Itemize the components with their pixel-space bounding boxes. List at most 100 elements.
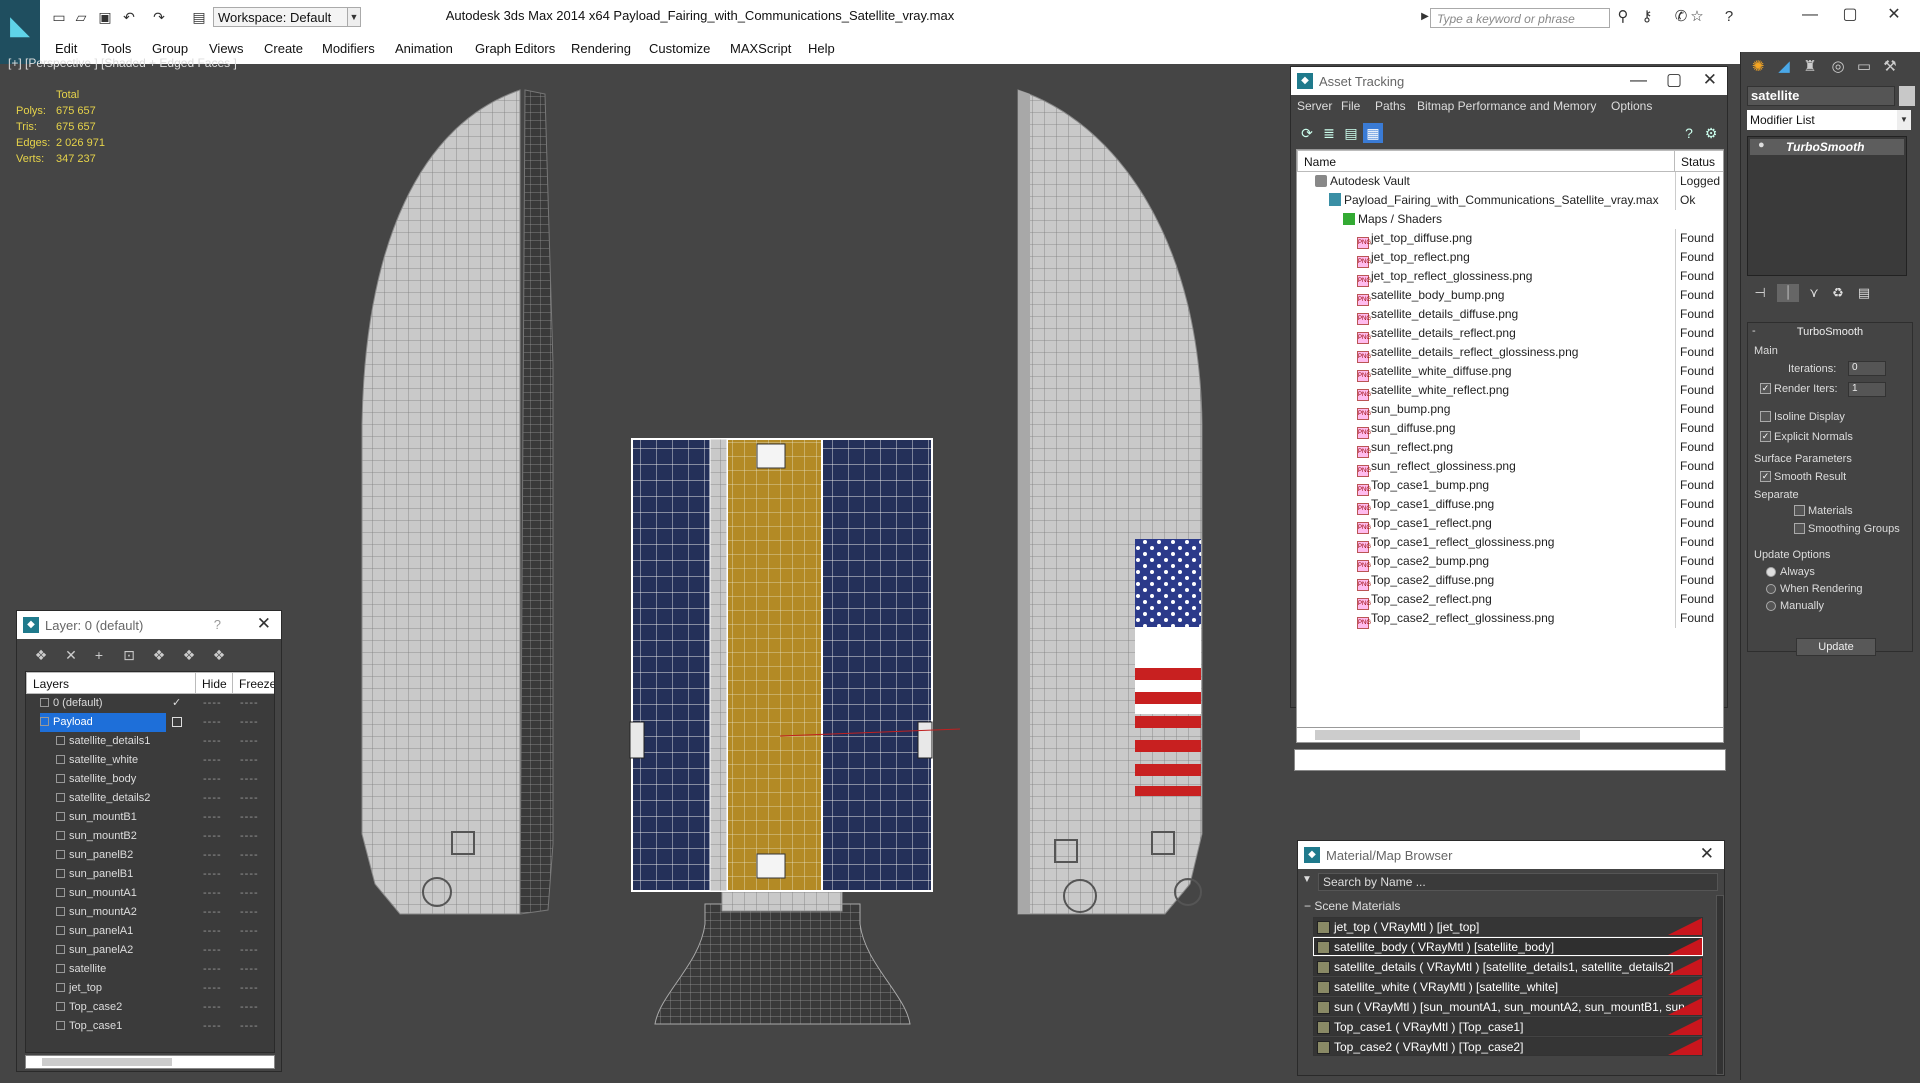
hide-toggle[interactable]: ---- [203, 903, 222, 922]
asset-row[interactable]: PNGsun_bump.png Found [1297, 400, 1723, 420]
asset-row[interactable]: PNGTop_case2_bump.png Found [1297, 552, 1723, 572]
layer-row[interactable]: satellite ---- ---- [26, 960, 274, 979]
layer-row[interactable]: sun_mountB2 ---- ---- [26, 827, 274, 846]
layer-row[interactable]: Top_case1 ---- ---- [26, 1017, 274, 1036]
asset-row[interactable]: PNGTop_case2_reflect_glossiness.png Found [1297, 609, 1723, 629]
asset-path-field[interactable] [1294, 749, 1726, 771]
object-color-swatch[interactable] [1899, 86, 1915, 106]
freeze-toggle[interactable]: ---- [240, 922, 259, 941]
configure-sets-icon[interactable]: ▤ [1853, 284, 1875, 302]
binoculars-icon[interactable]: ⚲ [1614, 8, 1632, 26]
vertical-scrollbar[interactable] [1716, 895, 1724, 1075]
help-icon[interactable]: ? [214, 617, 221, 632]
asset-row[interactable]: PNGsatellite_white_diffuse.png Found [1297, 362, 1723, 382]
freeze-toggle[interactable]: ---- [240, 789, 259, 808]
set-active-checkbox[interactable] [172, 717, 182, 727]
stack-item-turbosmooth[interactable]: TurboSmooth [1750, 139, 1904, 155]
hide-toggle[interactable]: ---- [203, 998, 222, 1017]
freeze-toggle[interactable]: ---- [240, 846, 259, 865]
horizontal-scrollbar[interactable] [1296, 727, 1724, 743]
layer-row[interactable]: satellite_body ---- ---- [26, 770, 274, 789]
menu-help[interactable]: Help [808, 41, 835, 56]
asset-row[interactable]: PNGsatellite_white_reflect.png Found [1297, 381, 1723, 401]
options-dropdown-icon[interactable]: ▼ [1302, 874, 1312, 885]
material-row[interactable]: satellite_body ( VRayMtl ) [satellite_bo… [1313, 937, 1703, 956]
iterations-spinner[interactable]: 0 [1848, 361, 1886, 376]
layer-row[interactable]: satellite_white ---- ---- [26, 751, 274, 770]
when-rendering-radio[interactable] [1766, 584, 1776, 594]
asset-row[interactable]: Maps / Shaders [1297, 210, 1723, 229]
material-row[interactable]: Top_case2 ( VRayMtl ) [Top_case2] [1313, 1037, 1703, 1056]
asset-menu-file[interactable]: File [1341, 99, 1360, 113]
material-row[interactable]: satellite_white ( VRayMtl ) [satellite_w… [1313, 977, 1703, 996]
hierarchy-tab-icon[interactable]: ♜ [1797, 56, 1823, 78]
hide-toggle[interactable]: ---- [203, 732, 222, 751]
menu-modifiers[interactable]: Modifiers [322, 41, 375, 56]
rollout-title[interactable]: TurboSmooth [1748, 323, 1912, 341]
hide-toggle[interactable]: ---- [203, 979, 222, 998]
highlight-selected-icon[interactable]: ❖ [149, 645, 169, 665]
hide-all-icon[interactable]: ❖ [179, 645, 199, 665]
freeze-toggle[interactable]: ---- [240, 808, 259, 827]
utilities-tab-icon[interactable]: ⚒ [1877, 56, 1903, 78]
active-layer-check-icon[interactable]: ✓ [172, 694, 181, 713]
close-icon[interactable]: ✕ [1703, 70, 1717, 90]
asset-menu-options[interactable]: Options [1611, 99, 1652, 113]
asset-row[interactable]: PNGTop_case2_reflect.png Found [1297, 590, 1723, 610]
freeze-toggle[interactable]: ---- [240, 694, 259, 713]
material-row[interactable]: jet_top ( VRayMtl ) [jet_top] [1313, 917, 1703, 936]
hide-toggle[interactable]: ---- [203, 770, 222, 789]
freeze-toggle[interactable]: ---- [240, 903, 259, 922]
layer-row[interactable]: sun_panelA1 ---- ---- [26, 922, 274, 941]
layer-row[interactable]: Top_case2 ---- ---- [26, 998, 274, 1017]
add-to-layer-icon[interactable]: + [89, 645, 109, 665]
layer-row[interactable]: Payload ---- ---- [26, 713, 274, 732]
asset-menu-server[interactable]: Server [1297, 99, 1332, 113]
always-radio[interactable] [1766, 567, 1776, 577]
layer-row[interactable]: sun_mountB1 ---- ---- [26, 808, 274, 827]
detail-view-icon[interactable]: ▤ [1341, 123, 1361, 143]
layer-row[interactable]: sun_panelB2 ---- ---- [26, 846, 274, 865]
hide-toggle[interactable]: ---- [203, 808, 222, 827]
modifier-list-dropdown[interactable]: Modifier List [1747, 110, 1909, 130]
material-row[interactable]: Top_case1 ( VRayMtl ) [Top_case1] [1313, 1017, 1703, 1036]
select-objects-icon[interactable]: ⊡ [119, 645, 139, 665]
freeze-toggle[interactable]: ---- [240, 827, 259, 846]
menu-views[interactable]: Views [209, 41, 243, 56]
menu-customize[interactable]: Customize [649, 41, 710, 56]
search-input[interactable]: Type a keyword or phrase [1430, 8, 1610, 28]
freeze-toggle[interactable]: ---- [240, 960, 259, 979]
hide-toggle[interactable]: ---- [203, 1017, 222, 1036]
asset-row[interactable]: PNGjet_top_diffuse.png Found [1297, 229, 1723, 249]
material-row[interactable]: sun ( VRayMtl ) [sun_mountA1, sun_mountA… [1313, 997, 1703, 1016]
hide-toggle[interactable]: ---- [203, 751, 222, 770]
close-icon[interactable]: ✕ [257, 614, 271, 634]
material-search-input[interactable]: Search by Name ... [1318, 873, 1718, 891]
help-icon[interactable]: ? [1720, 8, 1738, 26]
layer-row[interactable]: sun_mountA1 ---- ---- [26, 884, 274, 903]
menu-maxscript[interactable]: MAXScript [730, 41, 791, 56]
menu-tools[interactable]: Tools [101, 41, 131, 56]
modify-tab-icon[interactable]: ◢ [1771, 56, 1797, 78]
viewport-label[interactable]: [+] [Perspective ] [Shaded + Edged Faces… [8, 56, 237, 70]
make-unique-icon[interactable]: ⋎ [1803, 284, 1825, 302]
freeze-toggle[interactable]: ---- [240, 732, 259, 751]
layer-row[interactable]: sun_mountA2 ---- ---- [26, 903, 274, 922]
manually-radio[interactable] [1766, 601, 1776, 611]
motion-tab-icon[interactable]: ◎ [1825, 56, 1851, 78]
asset-tracking-titlebar[interactable]: ◆ Asset Tracking — ▢ ✕ [1291, 67, 1727, 95]
display-tab-icon[interactable]: ▭ [1851, 56, 1877, 78]
material-row[interactable]: satellite_details ( VRayMtl ) [satellite… [1313, 957, 1703, 976]
update-button[interactable]: Update [1796, 638, 1876, 656]
layer-row[interactable]: 0 (default) ✓ ---- ---- [26, 694, 274, 713]
asset-row[interactable]: PNGTop_case1_reflect_glossiness.png Found [1297, 533, 1723, 553]
asset-row[interactable]: PNGsatellite_details_reflect_glossiness.… [1297, 343, 1723, 363]
column-header-hide[interactable]: Hide [195, 672, 233, 694]
asset-row[interactable]: Autodesk Vault Logged Out [1297, 172, 1723, 191]
freeze-toggle[interactable]: ---- [240, 998, 259, 1017]
asset-row[interactable]: PNGsun_reflect_glossiness.png Found [1297, 457, 1723, 477]
asset-row[interactable]: PNGsatellite_body_bump.png Found [1297, 286, 1723, 306]
hide-toggle[interactable]: ---- [203, 884, 222, 903]
layer-row[interactable]: satellite_details1 ---- ---- [26, 732, 274, 751]
rollout-toggle-icon[interactable]: - [1752, 325, 1756, 337]
